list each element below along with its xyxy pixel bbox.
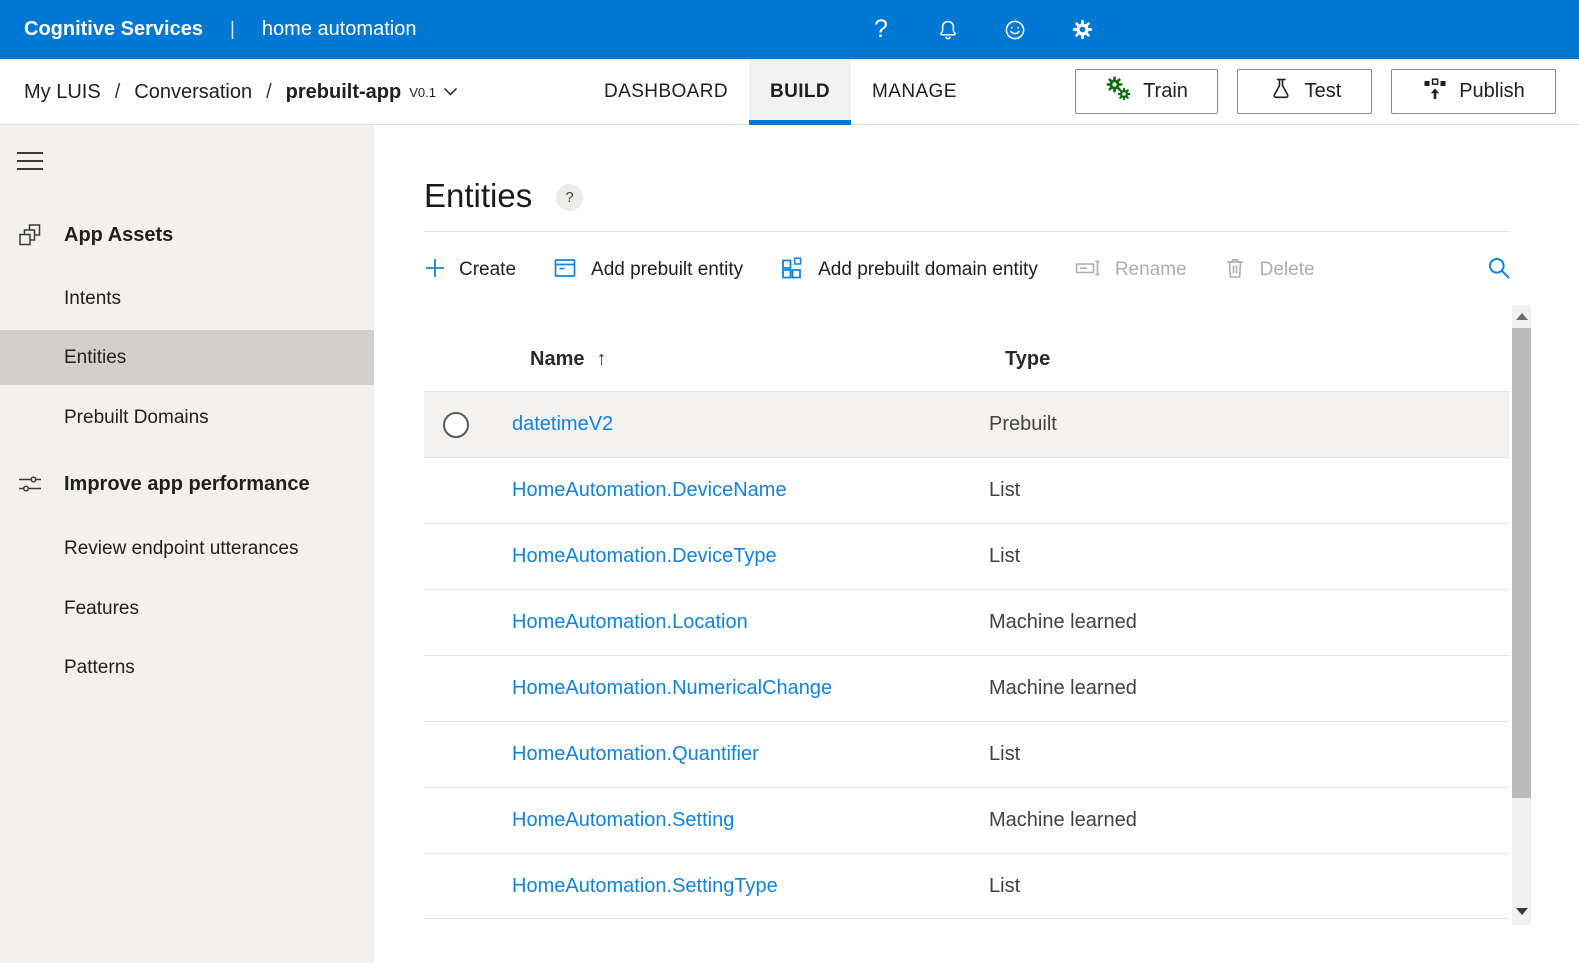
test-label: Test — [1305, 80, 1342, 103]
entity-link[interactable]: HomeAutomation.Quantifier — [512, 743, 759, 765]
add-prebuilt-domain-entity-button[interactable]: Add prebuilt domain entity — [779, 255, 1038, 286]
divider — [424, 231, 1509, 232]
create-button[interactable]: Create — [424, 257, 516, 284]
table-row[interactable]: HomeAutomation.Location Machine learned — [424, 589, 1509, 655]
publish-button[interactable]: Publish — [1391, 69, 1556, 114]
plus-icon — [424, 257, 446, 284]
add-prebuilt-entity-button[interactable]: Add prebuilt entity — [552, 255, 743, 286]
help-badge[interactable]: ? — [556, 184, 583, 211]
breadcrumb-my-luis[interactable]: My LUIS — [24, 81, 101, 104]
entity-type: List — [989, 479, 1509, 502]
search-icon[interactable] — [1486, 255, 1512, 286]
table-row[interactable]: HomeAutomation.SettingType List — [424, 853, 1509, 919]
rename-icon — [1074, 255, 1102, 286]
column-header-name[interactable]: Name↑ — [530, 348, 606, 371]
section-improve-app-performance: Improve app performance — [0, 469, 374, 499]
table-row[interactable]: HomeAutomation.DeviceType List — [424, 523, 1509, 589]
grid-squares-icon — [779, 255, 805, 286]
table-row[interactable]: HomeAutomation.Setting Machine learned — [424, 787, 1509, 853]
entity-link[interactable]: datetimeV2 — [512, 413, 613, 435]
table-header: Name↑ Type — [424, 330, 1509, 391]
entity-link[interactable]: HomeAutomation.NumericalChange — [512, 677, 832, 699]
main-content: Entities ? Create Add prebuilt entity — [374, 125, 1579, 963]
entity-link[interactable]: HomeAutomation.Setting — [512, 809, 734, 831]
table-row[interactable]: HomeAutomation.Quantifier List — [424, 721, 1509, 787]
sidebar-item-review-endpoint-utterances[interactable]: Review endpoint utterances — [0, 529, 374, 569]
entity-link[interactable]: HomeAutomation.SettingType — [512, 875, 778, 897]
rename-button[interactable]: Rename — [1074, 255, 1187, 286]
sidebar-item-prebuilt-domains[interactable]: Prebuilt Domains — [0, 398, 374, 438]
gears-icon — [1105, 75, 1132, 108]
sidebar-item-entities[interactable]: Entities — [0, 330, 374, 385]
version-label: V0.1 — [409, 85, 436, 100]
nav-action-buttons: Train Test Publish — [1075, 69, 1556, 114]
sliders-icon — [17, 472, 43, 496]
help-icon[interactable]: ? — [868, 17, 894, 43]
entity-type: Machine learned — [989, 677, 1509, 700]
table-row[interactable]: HomeAutomation.DeviceName List — [424, 457, 1509, 523]
tab-dashboard[interactable]: DASHBOARD — [583, 59, 749, 125]
section-title: App Assets — [64, 224, 173, 247]
sidebar-item-features[interactable]: Features — [0, 589, 374, 629]
entity-type: List — [989, 875, 1509, 898]
sidebar: App Assets Intents Entities Prebuilt Dom… — [0, 125, 374, 963]
row-radio-button[interactable] — [443, 412, 469, 438]
breadcrumb-conversation[interactable]: Conversation — [134, 81, 252, 104]
section-app-assets: App Assets — [0, 220, 374, 250]
sort-ascending-icon: ↑ — [596, 348, 606, 370]
entity-link[interactable]: HomeAutomation.DeviceType — [512, 545, 777, 567]
trash-icon — [1223, 255, 1247, 286]
entity-type: List — [989, 743, 1509, 766]
column-header-type[interactable]: Type — [1005, 348, 1050, 371]
gear-icon[interactable] — [1069, 17, 1095, 43]
entity-type: Machine learned — [989, 809, 1509, 832]
flask-icon — [1268, 76, 1294, 108]
topbar-icon-group: ? — [868, 0, 1095, 59]
publish-label: Publish — [1459, 80, 1525, 103]
chevron-down-icon[interactable] — [443, 87, 458, 97]
scrollbar-thumb[interactable] — [1512, 328, 1531, 798]
tab-manage[interactable]: MANAGE — [851, 59, 978, 125]
entity-link[interactable]: HomeAutomation.Location — [512, 611, 748, 633]
page-title: Entities — [424, 177, 532, 215]
tab-build[interactable]: BUILD — [749, 59, 851, 125]
delete-button[interactable]: Delete — [1223, 255, 1315, 286]
breadcrumb-separator: / — [115, 81, 121, 104]
publish-icon — [1422, 76, 1448, 108]
table-row[interactable]: datetimeV2 Prebuilt — [424, 391, 1509, 457]
entity-type: Machine learned — [989, 611, 1509, 634]
test-button[interactable]: Test — [1237, 69, 1372, 114]
app-name: home automation — [262, 18, 417, 41]
scroll-down-arrow-icon[interactable] — [1512, 900, 1531, 922]
train-label: Train — [1143, 80, 1188, 103]
stacked-squares-icon — [17, 222, 43, 248]
breadcrumb: My LUIS / Conversation / prebuilt-app V0… — [24, 59, 458, 125]
archive-box-icon — [552, 255, 578, 286]
vertical-scrollbar[interactable] — [1512, 305, 1531, 925]
app-nav-bar: My LUIS / Conversation / prebuilt-app V0… — [0, 59, 1579, 125]
entity-link[interactable]: HomeAutomation.DeviceName — [512, 479, 787, 501]
entities-table: Name↑ Type datetimeV2 Prebuilt HomeAutom… — [424, 330, 1509, 919]
breadcrumb-separator: / — [266, 81, 272, 104]
sidebar-item-patterns[interactable]: Patterns — [0, 648, 374, 688]
section-title: Improve app performance — [64, 473, 310, 496]
top-app-bar: Cognitive Services | home automation ? — [0, 0, 1579, 59]
train-button[interactable]: Train — [1075, 69, 1218, 114]
scroll-up-arrow-icon[interactable] — [1512, 305, 1531, 327]
entity-type: Prebuilt — [989, 413, 1509, 436]
table-row[interactable]: HomeAutomation.NumericalChange Machine l… — [424, 655, 1509, 721]
breadcrumb-app-name[interactable]: prebuilt-app — [286, 81, 402, 104]
sidebar-item-intents[interactable]: Intents — [0, 279, 374, 319]
entity-type: List — [989, 545, 1509, 568]
brand-title: Cognitive Services — [24, 18, 203, 41]
hamburger-menu-icon[interactable] — [17, 152, 43, 170]
smiley-icon[interactable] — [1002, 17, 1028, 43]
entities-toolbar: Create Add prebuilt entity — [424, 245, 1469, 295]
bell-icon[interactable] — [935, 17, 961, 43]
main-tabs: DASHBOARD BUILD MANAGE — [583, 59, 978, 125]
brand-divider: | — [230, 19, 235, 41]
